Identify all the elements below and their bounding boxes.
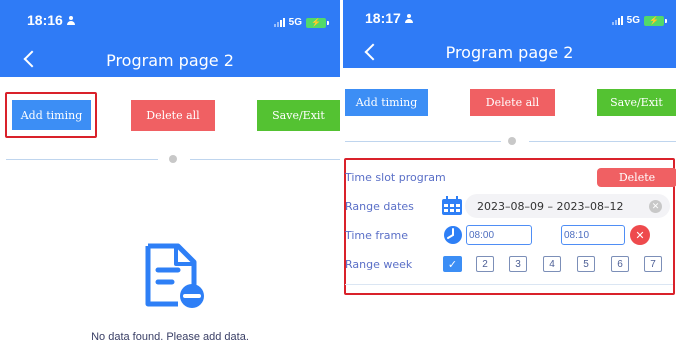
signal-icon xyxy=(273,18,285,27)
range-week-label: Range week xyxy=(345,258,413,271)
row-divider xyxy=(345,284,673,285)
status-time-text: 18:17 xyxy=(365,10,401,26)
week-day-2[interactable]: 2 xyxy=(476,256,494,272)
checkmark-icon[interactable]: ✓ xyxy=(443,256,462,272)
week-day-5[interactable]: 5 xyxy=(577,256,595,272)
time-slot-label: Time slot program xyxy=(345,171,446,184)
add-timing-button[interactable]: Add timing xyxy=(345,89,428,116)
empty-state-message: No data found. Please add data. xyxy=(91,331,249,343)
status-indicators: 5G ⚡ xyxy=(273,17,329,28)
delete-all-button[interactable]: Delete all xyxy=(131,100,215,131)
divider-left xyxy=(6,159,158,160)
add-timing-button[interactable]: Add timing xyxy=(12,100,91,130)
date-range-field[interactable]: 2023–08–09 – 2023–08–12 ✕ xyxy=(465,194,670,218)
close-icon[interactable]: ✕ xyxy=(630,225,650,245)
person-icon xyxy=(404,14,413,23)
close-icon[interactable]: ✕ xyxy=(649,200,662,213)
calendar-icon[interactable] xyxy=(441,196,463,216)
range-dates-label: Range dates xyxy=(345,200,414,213)
date-range-text: 2023–08–09 – 2023–08–12 xyxy=(477,199,624,213)
page-title: Program page 2 xyxy=(445,43,574,62)
page-title: Program page 2 xyxy=(106,51,234,70)
battery-charging-icon: ⚡ xyxy=(306,17,329,28)
network-label: 5G xyxy=(626,15,640,26)
save-exit-button[interactable]: Save/Exit xyxy=(597,89,676,116)
person-icon xyxy=(66,16,75,25)
app-header: 18:17 5G ⚡ Program page 2 xyxy=(343,0,676,68)
left-screen: 18:16 5G ⚡ Program page 2 Add timing Del… xyxy=(0,0,340,348)
status-time: 18:16 xyxy=(27,12,75,28)
time-frame-label: Time frame xyxy=(345,229,409,242)
divider-left xyxy=(345,141,501,142)
signal-icon xyxy=(611,16,623,25)
clock-icon xyxy=(444,226,462,244)
document-remove-icon xyxy=(145,243,204,308)
divider-right xyxy=(529,141,676,142)
week-day-7[interactable]: 7 xyxy=(644,256,662,272)
week-day-6[interactable]: 6 xyxy=(611,256,629,272)
divider-right xyxy=(190,159,340,160)
status-indicators: 5G ⚡ xyxy=(611,15,667,26)
divider-dot xyxy=(508,137,516,145)
status-time: 18:17 xyxy=(365,10,413,26)
divider-dot xyxy=(169,155,177,163)
week-day-4[interactable]: 4 xyxy=(543,256,561,272)
network-label: 5G xyxy=(288,17,302,28)
status-time-text: 18:16 xyxy=(27,12,63,28)
save-exit-button[interactable]: Save/Exit xyxy=(257,100,340,131)
start-time-input[interactable]: 08:00 xyxy=(466,225,532,245)
battery-charging-icon: ⚡ xyxy=(644,15,667,26)
end-time-input[interactable]: 08:10 xyxy=(561,225,625,245)
week-day-3[interactable]: 3 xyxy=(509,256,527,272)
app-header: 18:16 5G ⚡ Program page 2 xyxy=(0,0,340,77)
delete-slot-button[interactable]: Delete xyxy=(597,168,676,187)
right-screen: 18:17 5G ⚡ Program page 2 Add timing Del… xyxy=(343,0,676,348)
delete-all-button[interactable]: Delete all xyxy=(470,89,555,116)
